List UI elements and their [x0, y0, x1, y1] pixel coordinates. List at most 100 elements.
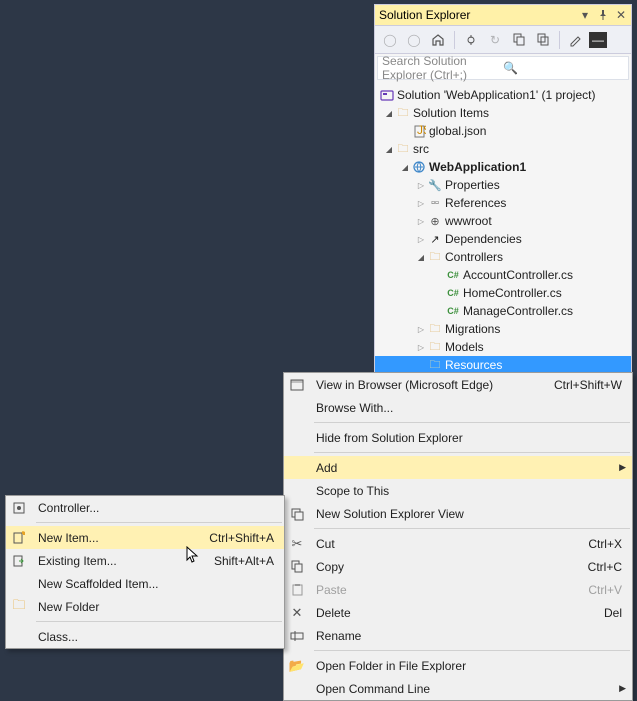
collapse-icon[interactable]: [508, 29, 530, 51]
properties-icon[interactable]: [565, 29, 587, 51]
search-placeholder: Search Solution Explorer (Ctrl+;): [382, 54, 503, 82]
close-icon[interactable]: ✕: [615, 9, 627, 21]
folder-icon: 🗀: [427, 321, 443, 337]
context-menu: View in Browser (Microsoft Edge)Ctrl+Shi…: [283, 372, 633, 701]
models-node[interactable]: 🗀 Models: [379, 338, 631, 356]
menu-shortcut: Del: [604, 606, 632, 620]
menu-item[interactable]: Add▶: [284, 456, 632, 479]
src-node[interactable]: 🗀 src: [379, 140, 631, 158]
forward-icon[interactable]: ◯: [403, 29, 425, 51]
menu-item[interactable]: Open Command Line▶: [284, 677, 632, 700]
menu-item[interactable]: Hide from Solution Explorer: [284, 426, 632, 449]
expand-icon[interactable]: [415, 235, 427, 244]
expand-icon[interactable]: [415, 343, 427, 352]
file-node[interactable]: C#HomeController.cs: [379, 284, 631, 302]
folder-icon: 🗀: [427, 249, 443, 265]
expand-icon[interactable]: [399, 163, 411, 172]
menu-separator: [314, 528, 630, 529]
expand-icon[interactable]: [415, 199, 427, 208]
home-icon[interactable]: [427, 29, 449, 51]
menu-shortcut: Ctrl+C: [588, 560, 632, 574]
search-icon: 🔍: [503, 61, 624, 75]
submenu-arrow-icon: ▶: [619, 462, 626, 473]
newview-icon: [284, 507, 310, 521]
menu-label: New Scaffolded Item...: [32, 577, 284, 591]
menu-separator: [36, 621, 282, 622]
menu-label: Scope to This: [310, 484, 632, 498]
menu-separator: [314, 422, 630, 423]
expand-icon[interactable]: [415, 325, 427, 334]
menu-label: New Folder: [32, 600, 284, 614]
global-json-node[interactable]: JS global.json: [379, 122, 631, 140]
sync-icon[interactable]: [460, 29, 482, 51]
solution-icon: [379, 87, 395, 103]
back-icon[interactable]: ◯: [379, 29, 401, 51]
panel-titlebar[interactable]: Solution Explorer ▾ ✕: [375, 5, 631, 26]
menu-item[interactable]: New Scaffolded Item...: [6, 572, 284, 595]
cut-icon: ✂: [284, 536, 310, 552]
menu-item[interactable]: Rename: [284, 624, 632, 647]
references-node[interactable]: ▫▫ References: [379, 194, 631, 212]
refresh-icon[interactable]: ↻: [484, 29, 506, 51]
menu-separator: [314, 452, 630, 453]
project-icon: [411, 159, 427, 175]
menu-label: Controller...: [32, 501, 284, 515]
file-node[interactable]: C#AccountController.cs: [379, 266, 631, 284]
menu-item[interactable]: View in Browser (Microsoft Edge)Ctrl+Shi…: [284, 373, 632, 396]
menu-item[interactable]: Class...: [6, 625, 284, 648]
menu-item: PasteCtrl+V: [284, 578, 632, 601]
wwwroot-node[interactable]: ⊕ wwwroot: [379, 212, 631, 230]
menu-item[interactable]: New Solution Explorer View: [284, 502, 632, 525]
menu-label: New Item...: [32, 531, 209, 545]
expand-icon[interactable]: [415, 253, 427, 262]
solution-items-node[interactable]: 🗀 Solution Items: [379, 104, 631, 122]
submenu-arrow-icon: ▶: [619, 683, 626, 694]
dependencies-node[interactable]: ↗ Dependencies: [379, 230, 631, 248]
svg-text:JS: JS: [417, 125, 426, 137]
project-node[interactable]: WebApplication1: [379, 158, 631, 176]
rename-icon: [284, 630, 310, 642]
menu-label: Class...: [32, 630, 284, 644]
globe-icon: ⊕: [427, 213, 443, 229]
menu-item[interactable]: Controller...: [6, 496, 284, 519]
menu-label: Rename: [310, 629, 632, 643]
preview-icon[interactable]: —: [589, 32, 607, 48]
file-node[interactable]: C#ManageController.cs: [379, 302, 631, 320]
menu-item[interactable]: 📂Open Folder in File Explorer: [284, 654, 632, 677]
cs-icon: C#: [445, 285, 461, 301]
expand-icon[interactable]: [383, 109, 395, 118]
json-icon: JS: [411, 123, 427, 139]
menu-item[interactable]: *New Item...Ctrl+Shift+A: [6, 526, 284, 549]
copy-icon: [284, 560, 310, 573]
migrations-node[interactable]: 🗀 Migrations: [379, 320, 631, 338]
menu-item[interactable]: ✂CutCtrl+X: [284, 532, 632, 555]
menu-item[interactable]: Existing Item...Shift+Alt+A: [6, 549, 284, 572]
expand-icon[interactable]: [415, 217, 427, 226]
menu-label: Add: [310, 461, 632, 475]
browser-icon: [284, 378, 310, 392]
menu-item[interactable]: Scope to This: [284, 479, 632, 502]
paste-icon: [284, 583, 310, 596]
properties-node[interactable]: 🔧 Properties: [379, 176, 631, 194]
expand-icon[interactable]: [383, 145, 395, 154]
folder-icon: 🗀: [395, 105, 411, 121]
controllers-node[interactable]: 🗀 Controllers: [379, 248, 631, 266]
toolbar: ◯ ◯ ↻ —: [375, 26, 631, 54]
menu-shortcut: Ctrl+Shift+A: [209, 531, 284, 545]
dropdown-icon[interactable]: ▾: [579, 9, 591, 21]
menu-label: View in Browser (Microsoft Edge): [310, 378, 554, 392]
show-all-icon[interactable]: [532, 29, 554, 51]
menu-item[interactable]: CopyCtrl+C: [284, 555, 632, 578]
solution-node[interactable]: Solution 'WebApplication1' (1 project): [379, 86, 631, 104]
menu-shortcut: Ctrl+Shift+W: [554, 378, 632, 392]
search-box[interactable]: Search Solution Explorer (Ctrl+;) 🔍: [377, 56, 629, 80]
menu-label: Existing Item...: [32, 554, 214, 568]
pin-icon[interactable]: [597, 9, 609, 21]
expand-icon[interactable]: [415, 181, 427, 190]
menu-separator: [36, 522, 282, 523]
menu-label: Paste: [310, 583, 588, 597]
menu-item[interactable]: Browse With...: [284, 396, 632, 419]
folder-icon: 🗀: [427, 339, 443, 355]
menu-item[interactable]: 🗀New Folder: [6, 595, 284, 618]
menu-item[interactable]: ✕DeleteDel: [284, 601, 632, 624]
